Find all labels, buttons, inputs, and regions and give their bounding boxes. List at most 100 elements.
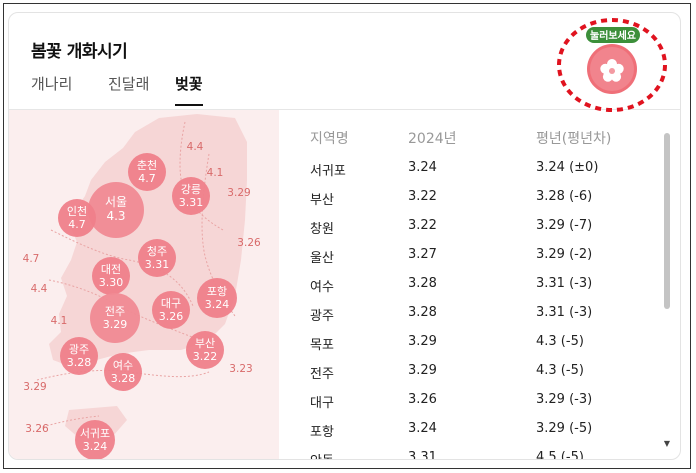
svg-text:대구: 대구 xyxy=(161,297,181,310)
try-tap-button[interactable]: 눌러보세요 xyxy=(556,17,668,113)
svg-text:포항: 포항 xyxy=(207,285,227,298)
tab-forsythia[interactable]: 개나리 xyxy=(31,73,72,104)
region-cell: 전주 xyxy=(310,367,334,382)
bloom-table: 지역명 2024년 평년(평년차) 서귀포 3.24 3.24 (±0) 부산 3.22… xyxy=(280,110,680,460)
header-normal: 평년(평년차) xyxy=(536,131,612,147)
isoline-label: 3.23 xyxy=(229,363,252,375)
date-cell: 3.24 xyxy=(408,160,437,175)
svg-text:광주: 광주 xyxy=(69,343,89,356)
tab-azalea[interactable]: 진달래 xyxy=(108,73,149,104)
svg-text:부산: 부산 xyxy=(195,337,215,350)
bubble-seogwipo[interactable]: 서귀포 3.24 xyxy=(75,420,115,460)
region-cell: 울산 xyxy=(310,251,334,266)
header-year: 2024년 xyxy=(408,131,457,147)
scroll-down-icon[interactable]: ▼ xyxy=(662,439,672,449)
date-cell: 3.28 xyxy=(408,305,437,320)
date-cell: 3.24 xyxy=(408,421,437,436)
table-row: 서귀포 3.24 3.24 (±0) xyxy=(280,160,680,189)
date-cell: 3.28 xyxy=(408,276,437,291)
isoline-label: 4.1 xyxy=(207,167,224,179)
bubble-daejeon[interactable]: 대전 3.30 xyxy=(92,257,130,295)
bubble-gangneung[interactable]: 강릉 3.31 xyxy=(172,177,210,215)
svg-text:3.31: 3.31 xyxy=(179,196,204,209)
date-cell: 3.22 xyxy=(408,189,437,204)
table-row: 포항 3.24 3.29 (-5) xyxy=(280,421,680,450)
tab-cherry-blossom[interactable]: 벚꽃 xyxy=(175,73,203,106)
table-row: 부산 3.22 3.28 (-6) xyxy=(280,189,680,218)
region-cell: 안동 xyxy=(310,450,334,459)
region-cell: 창원 xyxy=(310,222,334,237)
svg-text:인천: 인천 xyxy=(67,204,87,218)
badge-svg: 눌러보세요 xyxy=(557,18,667,112)
normal-cell: 4.3 (-5) xyxy=(536,334,584,349)
svg-text:3.22: 3.22 xyxy=(193,350,218,363)
svg-text:여수: 여수 xyxy=(113,359,133,372)
isoline-label: 3.29 xyxy=(227,187,250,199)
svg-text:3.26: 3.26 xyxy=(159,310,184,323)
date-cell: 3.22 xyxy=(408,218,437,233)
mainland-shape xyxy=(49,114,247,366)
page-title: 봄꽃 개화시기 xyxy=(31,42,128,62)
isoline-label: 4.4 xyxy=(31,283,48,295)
table-row: 안동 3.31 4.5 (-5) xyxy=(280,450,680,460)
svg-text:3.29: 3.29 xyxy=(103,318,128,331)
svg-text:3.30: 3.30 xyxy=(99,276,124,289)
bubble-jeonju[interactable]: 전주 3.29 xyxy=(90,293,140,343)
normal-cell: 3.29 (-7) xyxy=(536,218,593,233)
date-cell: 3.31 xyxy=(408,450,437,460)
table-header: 지역명 2024년 평년(평년차) xyxy=(280,128,680,148)
svg-text:3.24: 3.24 xyxy=(83,440,108,453)
bubble-incheon[interactable]: 인천 4.7 xyxy=(58,199,96,237)
scrollbar-thumb[interactable] xyxy=(664,133,670,309)
header-region: 지역명 xyxy=(310,131,349,147)
bubble-busan[interactable]: 부산 3.22 xyxy=(186,331,224,369)
svg-text:강릉: 강릉 xyxy=(181,183,201,196)
isoline-label: 4.1 xyxy=(51,315,68,327)
bubble-daegu[interactable]: 대구 3.26 xyxy=(152,291,190,329)
normal-cell: 3.28 (-6) xyxy=(536,189,593,204)
bubble-chuncheon[interactable]: 춘천 4.7 xyxy=(128,153,166,191)
svg-text:서울: 서울 xyxy=(105,195,127,209)
table-row: 대구 3.26 3.29 (-3) xyxy=(280,392,680,421)
svg-text:3.28: 3.28 xyxy=(111,372,136,385)
svg-text:3.31: 3.31 xyxy=(145,258,170,271)
region-cell: 광주 xyxy=(310,309,334,324)
svg-text:대전: 대전 xyxy=(101,263,121,276)
bubble-cheongju[interactable]: 청주 3.31 xyxy=(138,239,176,277)
isoline-label: 3.26 xyxy=(25,423,49,435)
region-cell: 여수 xyxy=(310,280,334,295)
date-cell: 3.26 xyxy=(408,392,437,407)
badge-label: 눌러보세요 xyxy=(590,29,636,42)
table-row: 전주 3.29 4.3 (-5) xyxy=(280,363,680,392)
date-cell: 3.29 xyxy=(408,363,437,378)
region-cell: 포항 xyxy=(310,425,334,440)
svg-text:3.28: 3.28 xyxy=(67,356,92,369)
bubble-pohang[interactable]: 포항 3.24 xyxy=(197,278,237,318)
normal-cell: 3.24 (±0) xyxy=(536,160,599,175)
table-row: 광주 3.28 3.31 (-3) xyxy=(280,305,680,334)
region-cell: 부산 xyxy=(310,193,334,208)
table-row: 창원 3.22 3.29 (-7) xyxy=(280,218,680,247)
svg-text:전주: 전주 xyxy=(105,305,125,318)
bubble-yeosu[interactable]: 여수 3.28 xyxy=(104,353,142,391)
normal-cell: 4.3 (-5) xyxy=(536,363,584,378)
region-cell: 서귀포 xyxy=(310,164,346,179)
date-cell: 3.29 xyxy=(408,334,437,349)
svg-text:청주: 청주 xyxy=(147,245,167,258)
normal-cell: 3.29 (-2) xyxy=(536,247,593,262)
bubble-gwangju[interactable]: 광주 3.28 xyxy=(60,337,98,375)
normal-cell: 3.29 (-3) xyxy=(536,392,593,407)
svg-text:4.7: 4.7 xyxy=(138,172,156,185)
table-scrollbar[interactable]: ▼ xyxy=(662,121,672,451)
bubble-seoul[interactable]: 서울 4.3 xyxy=(88,182,144,238)
table-row: 울산 3.27 3.29 (-2) xyxy=(280,247,680,276)
region-cell: 목포 xyxy=(310,338,334,353)
date-cell: 3.27 xyxy=(408,247,437,262)
table-row: 목포 3.29 4.3 (-5) xyxy=(280,334,680,363)
normal-cell: 3.31 (-3) xyxy=(536,276,593,291)
region-cell: 대구 xyxy=(310,396,334,411)
isoline-label: 4.4 xyxy=(187,141,204,153)
svg-text:춘천: 춘천 xyxy=(137,158,157,172)
isoline-label: 4.7 xyxy=(23,253,40,265)
table-row: 여수 3.28 3.31 (-3) xyxy=(280,276,680,305)
